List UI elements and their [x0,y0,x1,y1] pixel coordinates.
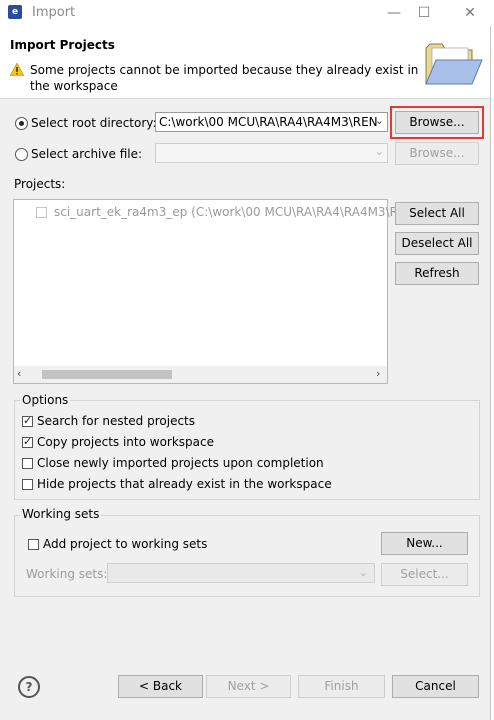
select-working-sets-button[interactable]: Select... [381,563,468,586]
window-title: Import [32,5,76,20]
projects-label: Projects: [14,177,66,191]
project-checkbox[interactable] [36,207,47,218]
select-root-directory-label: Select root directory: [31,116,157,130]
next-button[interactable]: Next > [206,675,291,698]
close-button[interactable]: ✕ [450,0,490,26]
close-imported-label: Close newly imported projects upon compl… [37,456,324,470]
wizard-header: Import Projects Some projects cannot be … [0,26,494,99]
warning-icon [10,63,24,76]
projects-list[interactable]: sci_uart_ek_ra4m3_ep (C:\work\00 MCU\RA\… [13,199,415,384]
copy-projects-label: Copy projects into workspace [37,435,215,449]
working-sets-combo[interactable]: ⌄ [107,563,375,583]
projects-horizontal-scrollbar[interactable]: ‹ › [13,366,388,384]
working-sets-label: Working sets [20,507,102,521]
title-bar: e Import — ☐ ✕ [0,0,494,26]
add-to-working-sets-checkbox[interactable] [28,539,39,550]
scroll-left-icon[interactable]: ‹ [17,367,21,380]
root-directory-combo[interactable]: C:\work\00 MCU\RA\RA4\RA4M3\REN ⌄ [155,112,388,132]
deselect-all-button[interactable]: Deselect All [395,232,479,255]
hide-existing-checkbox[interactable] [22,479,33,490]
window-edge [490,26,494,720]
root-directory-value: C:\work\00 MCU\RA\RA4\RA4M3\REN [159,115,378,129]
eclipse-e-icon: e [8,5,22,19]
scroll-right-icon[interactable]: › [376,367,380,380]
finish-button[interactable]: Finish [298,675,385,698]
hide-existing-label: Hide projects that already exist in the … [37,477,332,491]
close-imported-checkbox[interactable] [22,458,33,469]
options-label: Options [20,393,71,407]
chevron-down-icon: ⌄ [374,145,384,158]
project-item[interactable]: sci_uart_ek_ra4m3_ep (C:\work\00 MCU\RA\… [54,205,415,219]
page-title: Import Projects [10,38,115,52]
copy-projects-checkbox[interactable] [22,435,33,448]
chevron-down-icon: ⌄ [358,566,368,579]
add-to-working-sets-label: Add project to working sets [43,537,208,551]
select-all-button[interactable]: Select All [395,202,479,225]
search-nested-checkbox[interactable] [22,414,33,427]
select-root-directory-radio[interactable] [15,117,28,130]
back-button[interactable]: < Back [118,675,203,698]
cancel-button[interactable]: Cancel [392,675,479,698]
search-nested-label: Search for nested projects [37,414,196,428]
maximize-button[interactable]: ☐ [404,0,444,26]
new-working-set-button[interactable]: New... [381,532,468,555]
question-icon[interactable]: ? [18,676,40,698]
chevron-down-icon: ⌄ [374,114,384,127]
scrollbar-thumb[interactable] [42,370,172,379]
select-archive-file-label: Select archive file: [31,147,143,161]
refresh-button[interactable]: Refresh [395,262,479,285]
folder-icon [425,43,483,85]
archive-file-combo[interactable]: ⌄ [155,143,388,163]
browse-archive-button[interactable]: Browse... [395,142,479,165]
working-sets-field-label: Working sets: [26,567,108,581]
browse-root-button[interactable]: Browse... [390,106,484,139]
warning-message: Some projects cannot be imported because… [30,63,419,93]
select-archive-file-radio[interactable] [15,148,28,161]
